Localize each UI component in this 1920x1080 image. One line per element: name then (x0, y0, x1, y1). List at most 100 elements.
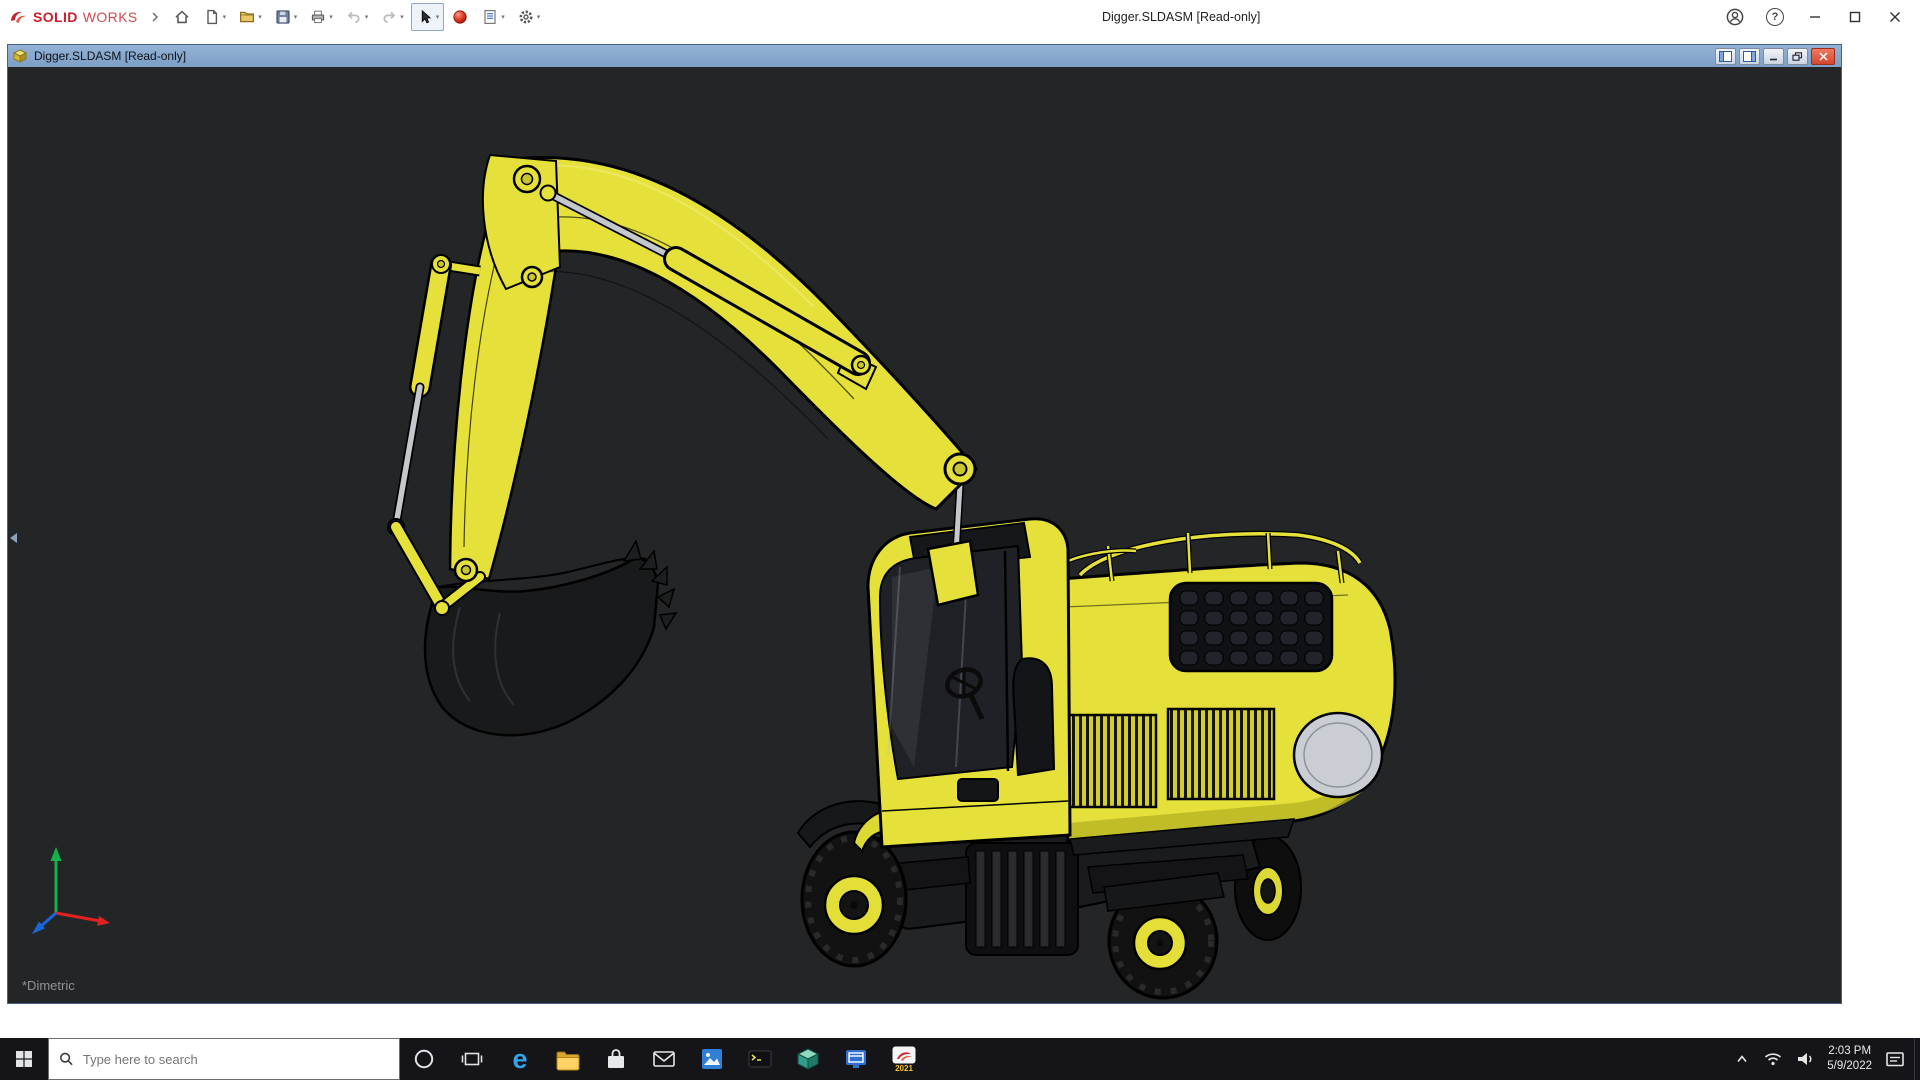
file-explorer-icon (556, 1051, 580, 1071)
doc-restore-icon (1792, 51, 1803, 61)
boom[interactable] (482, 153, 979, 511)
select-cursor-icon (421, 9, 431, 24)
task-view-icon (461, 1052, 483, 1066)
help-glyph: ? (1771, 11, 1779, 23)
blue-window-app-icon (846, 1050, 866, 1068)
undo-dropdown-arrow[interactable]: ▾ (365, 14, 369, 21)
new-document-icon (206, 9, 217, 25)
pane-right-icon (1743, 50, 1756, 62)
document-title: Digger.SLDASM [Read-only] (34, 49, 187, 63)
app-minimize-button[interactable] (1798, 2, 1832, 32)
undo-icon (347, 11, 360, 23)
assembly-document-icon (12, 49, 28, 63)
doc-close-button[interactable] (1811, 47, 1835, 65)
edge-button[interactable]: e (496, 1038, 544, 1080)
file-explorer-button[interactable] (544, 1038, 592, 1080)
taskbar-clock[interactable]: 2:03 PM 5/9/2022 (1827, 1044, 1872, 1074)
maximize-icon (1849, 11, 1861, 23)
save-dropdown-arrow[interactable]: ▾ (294, 14, 298, 21)
toolbar-flyout-arrow[interactable] (150, 11, 160, 23)
brand-text-solid: SOLID (33, 9, 78, 25)
account-button[interactable] (1718, 2, 1752, 32)
pane-left-icon (1719, 50, 1732, 62)
solidworks-2021-button[interactable]: 2021 (880, 1038, 928, 1080)
save-icon (276, 10, 290, 24)
blue-window-app-button[interactable] (832, 1038, 880, 1080)
minimize-icon (1810, 16, 1820, 18)
select-button[interactable]: ▾ (410, 3, 445, 31)
orientation-triad (32, 847, 110, 934)
clock-time: 2:03 PM (1828, 1045, 1872, 1058)
rear-panel[interactable] (1292, 711, 1384, 799)
help-button[interactable]: ? (1758, 2, 1792, 32)
save-button[interactable]: ▾ (269, 3, 303, 31)
graphics-viewport[interactable]: *Dimetric (8, 67, 1841, 1003)
cortana-icon (414, 1049, 434, 1069)
excavator-model[interactable] (8, 67, 1841, 1003)
upper-body[interactable] (1046, 530, 1397, 856)
volume-icon[interactable] (1795, 1050, 1815, 1068)
document-window: Digger.SLDASM [Read-only] *Dimetric (7, 44, 1842, 1004)
open-dropdown-arrow[interactable]: ▾ (258, 14, 262, 21)
action-center-icon[interactable] (1884, 1049, 1906, 1069)
select-dropdown-arrow[interactable]: ▾ (436, 14, 440, 21)
store-button[interactable] (592, 1038, 640, 1080)
terminal-button[interactable] (736, 1038, 784, 1080)
doc-minimize-button[interactable] (1763, 47, 1784, 65)
file-properties-button[interactable]: ▾ (476, 3, 510, 31)
taskbar-search[interactable] (48, 1038, 400, 1080)
rear-wheel[interactable] (1103, 872, 1225, 1000)
terminal-icon (748, 1050, 772, 1068)
search-input[interactable] (82, 1051, 389, 1067)
brand-text-works: WORKS (82, 9, 138, 25)
options-button[interactable]: ▾ (512, 3, 546, 31)
solidworks-year-badge: 2021 (895, 1063, 913, 1073)
file-properties-dropdown-arrow[interactable]: ▾ (501, 14, 505, 21)
rebuild-icon (453, 10, 467, 24)
solidworks-2021-icon: 2021 (892, 1046, 916, 1073)
solidworks-logo-icon (11, 11, 26, 23)
show-desktop-button[interactable] (1914, 1038, 1920, 1080)
taskbar: e (0, 1038, 1920, 1080)
doc-close-icon (1818, 51, 1828, 61)
search-icon (60, 1052, 73, 1066)
task-view-button[interactable] (448, 1038, 496, 1080)
options-dropdown-arrow[interactable]: ▾ (537, 14, 541, 21)
mail-button[interactable] (640, 1038, 688, 1080)
display-pane-button-right[interactable] (1739, 47, 1760, 65)
redo-dropdown-arrow[interactable]: ▾ (400, 14, 404, 21)
new-document-button[interactable]: ▾ (198, 3, 232, 31)
rebuild-button[interactable] (446, 3, 474, 31)
new-document-dropdown-arrow[interactable]: ▾ (223, 14, 227, 21)
doc-restore-button[interactable] (1787, 47, 1808, 65)
print-dropdown-arrow[interactable]: ▾ (329, 14, 333, 21)
start-button[interactable] (0, 1038, 48, 1080)
document-titlebar[interactable]: Digger.SLDASM [Read-only] (8, 45, 1841, 67)
close-icon (1890, 12, 1900, 22)
network-icon[interactable] (1763, 1051, 1783, 1067)
open-folder-icon (240, 11, 255, 23)
side-grille-right[interactable] (1166, 707, 1276, 801)
app-maximize-button[interactable] (1838, 2, 1872, 32)
open-button[interactable]: ▾ (233, 3, 267, 31)
solidworks-swoosh-icon (892, 1046, 916, 1063)
solidworks-logo: SOLID WORKS (8, 8, 138, 26)
home-button[interactable] (168, 3, 196, 31)
photos-icon (702, 1049, 722, 1069)
featuremanager-flyout-arrow[interactable] (10, 533, 17, 543)
display-pane-button-left[interactable] (1715, 47, 1736, 65)
undo-button[interactable]: ▾ (340, 3, 374, 31)
tray-chevron-icon[interactable] (1733, 1052, 1751, 1066)
edrawings-button[interactable] (784, 1038, 832, 1080)
cortana-button[interactable] (400, 1038, 448, 1080)
mail-icon (653, 1051, 675, 1067)
edrawings-cube-icon (796, 1048, 820, 1070)
photos-button[interactable] (688, 1038, 736, 1080)
print-icon (312, 10, 325, 24)
edge-icon: e (512, 1043, 528, 1074)
print-button[interactable]: ▾ (304, 3, 338, 31)
app-close-button[interactable] (1878, 2, 1912, 32)
redo-button[interactable]: ▾ (375, 3, 409, 31)
file-properties-icon (484, 9, 496, 25)
options-gear-icon (519, 10, 533, 24)
